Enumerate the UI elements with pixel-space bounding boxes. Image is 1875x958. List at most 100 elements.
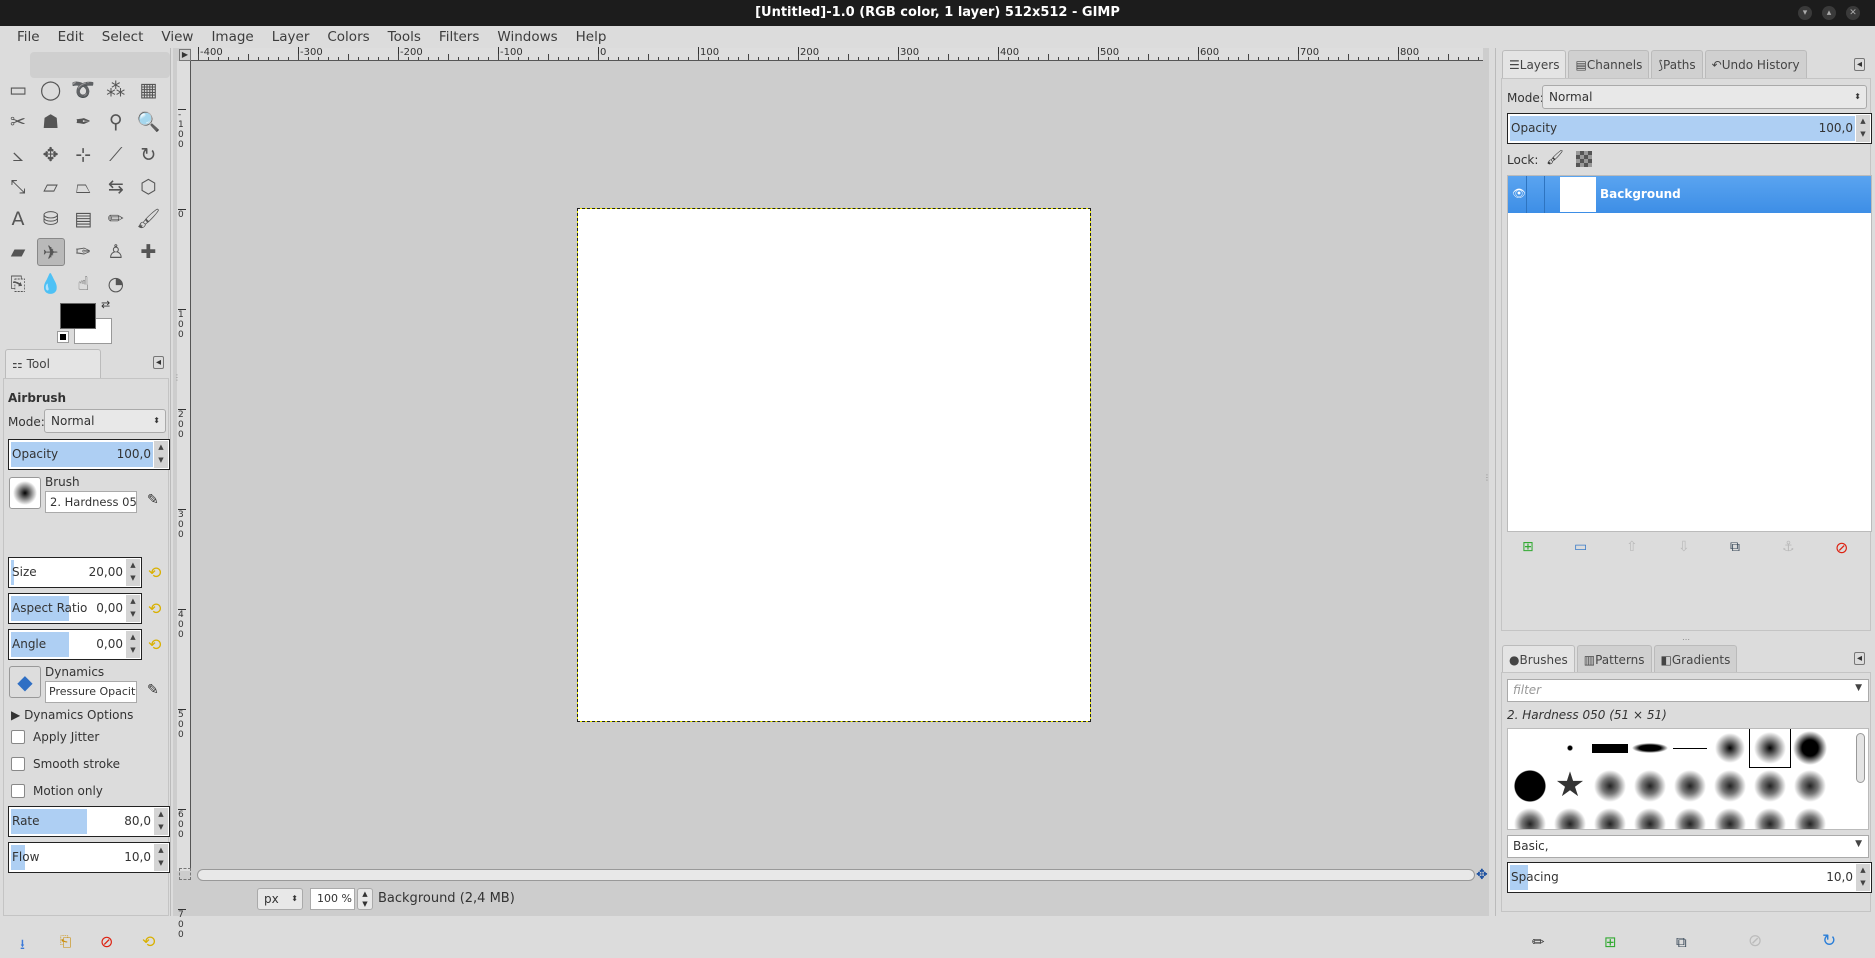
brush-item[interactable] — [1590, 805, 1630, 829]
spacing-slider[interactable]: Spacing 10,0 ▲ ▼ — [1507, 862, 1872, 893]
crop-tool[interactable]: ⟋ — [102, 141, 130, 169]
new-layer-icon[interactable]: ⊞ — [1522, 539, 1534, 555]
brush-item[interactable] — [1750, 767, 1790, 805]
brush-item[interactable] — [1510, 767, 1550, 805]
menu-file[interactable]: File — [8, 26, 49, 48]
layer-row[interactable]: 👁 Background — [1508, 176, 1871, 213]
brush-item[interactable] — [1670, 805, 1710, 829]
move-tool[interactable]: ✥ — [37, 141, 65, 169]
brush-item[interactable] — [1510, 729, 1550, 767]
brush-item[interactable] — [1790, 805, 1830, 829]
default-colors-icon[interactable] — [57, 331, 69, 343]
brush-item[interactable] — [1550, 729, 1590, 767]
spacing-spinner[interactable]: ▲ ▼ — [1856, 864, 1870, 891]
menu-layer[interactable]: Layer — [263, 26, 319, 48]
checkbox-apply-jitter[interactable]: Apply Jitter — [11, 730, 99, 744]
tab-brushes[interactable]: ● Brushes — [1502, 645, 1575, 673]
angle-spinner[interactable]: ▲ ▼ — [126, 631, 140, 658]
chain-toggle[interactable] — [1544, 176, 1545, 213]
delete-brush-button[interactable]: ⊘ — [1748, 931, 1762, 951]
brush-item[interactable] — [1630, 729, 1670, 767]
brush-item[interactable] — [1749, 729, 1791, 768]
dynamics-name-field[interactable]: Pressure Opacity — [45, 681, 137, 703]
brush-item[interactable] — [1790, 729, 1830, 767]
brush-item[interactable] — [1550, 805, 1590, 829]
reset-angle-icon[interactable]: ⟲ — [148, 635, 161, 654]
save-options-icon[interactable]: ⭳ — [20, 934, 25, 958]
size-slider[interactable]: Size 20,00 ▲ ▼ — [8, 557, 142, 588]
layers-panel-menu-icon[interactable]: ◂ — [1854, 58, 1866, 71]
align-tool[interactable]: ⊹ — [69, 141, 97, 169]
minimize-button[interactable]: ▾ — [1798, 6, 1812, 20]
paths-tool[interactable]: ✒ — [69, 108, 97, 136]
smudge-tool[interactable]: ☝ — [69, 270, 97, 298]
foreground-select-tool[interactable]: ☗ — [37, 108, 65, 136]
brush-item[interactable] — [1510, 805, 1550, 829]
blur-tool[interactable]: 💧 — [37, 270, 65, 298]
dodge-burn-tool[interactable]: ◔ — [102, 270, 130, 298]
layers-mode-dropdown[interactable]: Normal ⬍ — [1542, 85, 1867, 109]
checkbox-box[interactable] — [11, 757, 25, 771]
menu-colors[interactable]: Colors — [318, 26, 378, 48]
brush-item[interactable] — [1750, 805, 1790, 829]
delete-layer-icon[interactable]: ⊘ — [1835, 538, 1848, 557]
tab-paths[interactable]: ⟆ Paths — [1651, 50, 1703, 78]
ink-tool[interactable]: ✑ — [69, 238, 97, 266]
perspective-clone-tool[interactable]: ⎘ — [4, 270, 32, 298]
rate-slider[interactable]: Rate 80,0 ▲ ▼ — [8, 806, 170, 837]
layer-opacity-spinner[interactable]: ▲ ▼ — [1856, 115, 1870, 142]
canvas-image[interactable] — [577, 208, 1091, 722]
brushes-panel-menu-icon[interactable]: ◂ — [1854, 652, 1866, 665]
reset-size-icon[interactable]: ⟲ — [148, 563, 161, 582]
menu-image[interactable]: Image — [202, 26, 262, 48]
brush-item[interactable] — [1630, 805, 1670, 829]
tab-tool-options[interactable]: ⚏ Tool Options — [5, 349, 101, 399]
pencil-tool[interactable]: ✏ — [102, 205, 130, 233]
perspective-tool[interactable]: ⏢ — [69, 173, 97, 201]
left-dock-handle[interactable]: ⋮ — [173, 373, 181, 382]
menu-edit[interactable]: Edit — [49, 26, 93, 48]
checkbox-smooth-stroke[interactable]: Smooth stroke — [11, 757, 120, 771]
duplicate-brush-button[interactable]: ⧉ — [1676, 933, 1687, 951]
foreground-color-swatch[interactable] — [60, 303, 96, 329]
tab-undo-history[interactable]: ↶ Undo History — [1704, 50, 1807, 78]
paintbrush-tool[interactable]: 🖌 — [134, 205, 162, 233]
brush-item[interactable] — [1590, 729, 1630, 767]
layer-name[interactable]: Background — [1600, 187, 1681, 201]
menu-filters[interactable]: Filters — [430, 26, 488, 48]
swap-colors-icon[interactable]: ⇄ — [101, 298, 110, 311]
scale-tool[interactable]: ⤡ — [4, 173, 32, 201]
heal-tool[interactable]: ✚ — [134, 238, 162, 266]
tab-patterns[interactable]: ▥ Patterns — [1576, 645, 1652, 673]
brush-item[interactable] — [1630, 767, 1670, 805]
clone-tool[interactable]: ♙ — [102, 238, 130, 266]
menu-select[interactable]: Select — [93, 26, 153, 48]
reset-options-icon[interactable]: ⟲ — [142, 932, 155, 951]
brush-item[interactable] — [1670, 767, 1710, 805]
edit-dynamics-icon[interactable]: ✎ — [147, 682, 159, 698]
shear-tool[interactable]: ▱ — [37, 173, 65, 201]
opacity-slider[interactable]: Opacity 100,0 ▲ ▼ — [8, 439, 170, 470]
zoom-dropdown[interactable]: ▲ ▼ — [357, 888, 373, 910]
brush-name-field[interactable]: 2. Hardness 050 — [45, 491, 137, 513]
mode-dropdown[interactable]: Normal ⬍ — [44, 409, 166, 433]
aspect-ratio-slider[interactable]: Aspect Ratio 0,00 ▲ ▼ — [8, 593, 142, 624]
cage-tool[interactable]: ⬡ — [134, 173, 162, 201]
right-dock-handle[interactable]: ⋮ — [1483, 473, 1491, 482]
color-picker-tool[interactable]: ⚲ — [102, 108, 130, 136]
rect-select-tool[interactable]: ▭ — [4, 76, 32, 104]
anchor-layer-icon[interactable]: ⚓ — [1782, 539, 1795, 555]
brush-item[interactable]: ★ — [1550, 767, 1590, 805]
fuzzy-select-tool[interactable]: ⁂ — [102, 76, 130, 104]
lock-alpha-icon[interactable] — [1576, 151, 1592, 167]
checkbox-motion-only[interactable]: Motion only — [11, 784, 103, 798]
free-select-tool[interactable]: ➰ — [69, 76, 97, 104]
brush-item[interactable] — [1790, 767, 1830, 805]
raise-layer-icon[interactable]: ⇧ — [1626, 539, 1638, 555]
tab-gradients[interactable]: ◧ Gradients — [1653, 645, 1738, 673]
aspect-spinner[interactable]: ▲ ▼ — [126, 595, 140, 622]
menu-tools[interactable]: Tools — [379, 26, 430, 48]
tab-layers[interactable]: ☰ Layers — [1502, 50, 1567, 78]
reset-aspect-icon[interactable]: ⟲ — [148, 599, 161, 618]
brush-item[interactable] — [1670, 729, 1710, 767]
